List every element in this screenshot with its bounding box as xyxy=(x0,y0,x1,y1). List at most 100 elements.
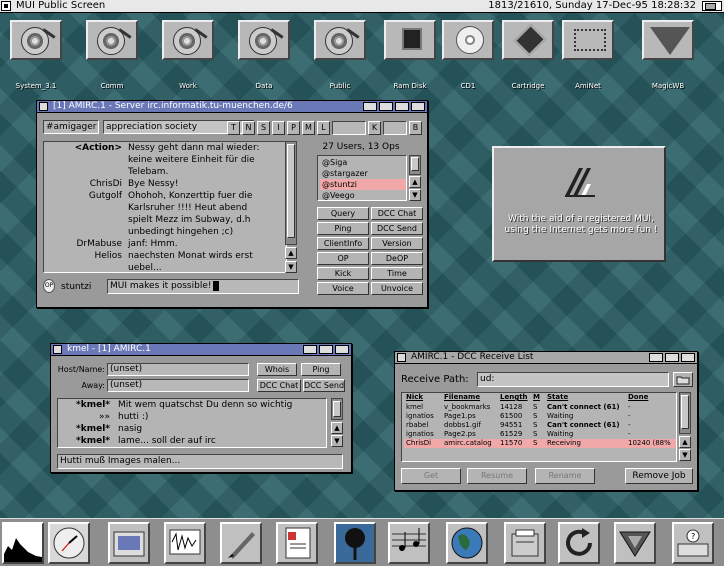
limit-field[interactable] xyxy=(332,121,366,135)
kick-button[interactable]: Kick xyxy=(317,267,369,280)
version-button[interactable]: Version xyxy=(371,237,423,250)
user-list-item[interactable]: @Siga xyxy=(320,157,406,168)
mode-button-p[interactable]: P xyxy=(287,121,300,135)
column-header-done[interactable]: Done xyxy=(628,393,648,402)
unvoice-button[interactable]: Unvoice xyxy=(371,282,423,295)
key-field[interactable] xyxy=(383,121,407,135)
close-icon[interactable] xyxy=(53,345,62,354)
dcc-window-titlebar[interactable]: AMIRC.1 - DCC Receive List xyxy=(395,352,697,364)
user-list-item-selected[interactable]: @stuntzi xyxy=(320,179,406,190)
message-input[interactable]: MUI makes it possible! xyxy=(107,279,299,294)
user-list-item[interactable]: @stargazer xyxy=(320,168,406,179)
mode-button-k[interactable]: K xyxy=(368,121,381,135)
scroll-knob[interactable] xyxy=(333,401,341,417)
column-header-filename[interactable]: Filename xyxy=(444,393,480,402)
table-row-selected[interactable]: ChrisDi amirc.catalog 11570 S Receiving … xyxy=(404,439,676,448)
paint-icon[interactable] xyxy=(220,522,262,564)
iconify-icon[interactable] xyxy=(363,102,377,111)
desktop-icon-data[interactable]: Data xyxy=(232,16,296,90)
ping-button[interactable]: Ping xyxy=(317,222,369,235)
globe-icon[interactable] xyxy=(446,522,488,564)
scroll-down-icon[interactable]: ▼ xyxy=(679,449,691,461)
desktop-icon-ramdisk[interactable]: Ram Disk xyxy=(378,16,442,90)
rename-button[interactable]: Rename xyxy=(535,468,595,484)
irc-window-titlebar[interactable]: [1] AMIRC.1 - Server irc.informatik.tu-m… xyxy=(37,101,427,113)
ping-button[interactable]: Ping xyxy=(301,363,341,376)
scroll-up-icon[interactable]: ▲ xyxy=(409,176,421,188)
whois-button[interactable]: Whois xyxy=(257,363,297,376)
mode-button-l[interactable]: L xyxy=(317,121,330,135)
dcc-chat-button[interactable]: DCC Chat xyxy=(371,207,423,220)
receive-path-input[interactable]: ud: xyxy=(477,372,669,387)
ibrowse-editor-icon[interactable] xyxy=(108,522,150,564)
reload-icon[interactable] xyxy=(558,522,600,564)
column-header-state[interactable]: State xyxy=(547,393,568,402)
dcc-chat-button[interactable]: DCC Chat xyxy=(257,379,301,392)
dcc-send-button[interactable]: DCC Send xyxy=(371,222,423,235)
query-window-titlebar[interactable]: kmel - [1] AMIRC.1 xyxy=(51,344,351,356)
query-input[interactable]: Hutti muß Images malen... xyxy=(57,454,343,469)
prefs-icon[interactable]: ? xyxy=(672,522,714,564)
desktop-icon-system[interactable]: System_3.1 xyxy=(4,16,68,90)
close-icon[interactable] xyxy=(397,353,406,362)
mode-button-n[interactable]: N xyxy=(242,121,255,135)
scroll-down-icon[interactable]: ▼ xyxy=(409,189,421,201)
zoom-icon[interactable] xyxy=(303,345,317,354)
channel-scrollbar[interactable] xyxy=(285,141,297,245)
mode-button-m[interactable]: M xyxy=(302,121,315,135)
dcc-send-button[interactable]: DCC Send xyxy=(303,379,345,392)
tree-image-icon[interactable] xyxy=(334,522,376,564)
resume-button[interactable]: Resume xyxy=(467,468,527,484)
mode-button-b[interactable]: B xyxy=(409,121,422,135)
scroll-knob[interactable] xyxy=(411,157,419,171)
user-list[interactable]: @Siga @stargazer @stuntzi @Veego xyxy=(317,155,407,201)
document-viewer-icon[interactable] xyxy=(276,522,318,564)
query-message-list[interactable]: *kmel* Mit wem quatschst Du denn so wicht… xyxy=(57,398,327,448)
op-button[interactable]: OP xyxy=(317,252,369,265)
mode-button-t[interactable]: T xyxy=(227,121,240,135)
column-header-nick[interactable]: Nick xyxy=(406,393,423,402)
clientinfo-button[interactable]: ClientInfo xyxy=(317,237,369,250)
depth-back-icon[interactable] xyxy=(681,353,695,362)
userlist-scrollbar[interactable] xyxy=(409,155,421,175)
music-player-icon[interactable] xyxy=(388,522,430,564)
desktop-icon-cartridge[interactable]: Cartridge xyxy=(496,16,560,90)
folder-icon[interactable] xyxy=(673,372,693,387)
scroll-knob[interactable] xyxy=(287,144,295,238)
zoom-icon[interactable] xyxy=(649,353,663,362)
remove-job-button[interactable]: Remove Job xyxy=(625,468,693,484)
column-header-mode[interactable]: M xyxy=(533,393,540,402)
mode-button-i[interactable]: I xyxy=(272,121,285,135)
magicwb-icon[interactable] xyxy=(614,522,656,564)
table-row[interactable]: kmel v_bookmarks 14128 S Can't connect (… xyxy=(404,403,676,412)
cpu-load-graph-icon[interactable] xyxy=(2,522,44,564)
deop-button[interactable]: DeOP xyxy=(371,252,423,265)
scroll-up-icon[interactable]: ▲ xyxy=(285,247,297,259)
desktop-icon-magicwb[interactable]: MagicWB xyxy=(636,16,700,90)
depth-icon[interactable] xyxy=(319,345,333,354)
query-button[interactable]: Query xyxy=(317,207,369,220)
screen-close-gadget[interactable] xyxy=(1,1,11,11)
scroll-up-icon[interactable]: ▲ xyxy=(331,422,343,434)
voice-button[interactable]: Voice xyxy=(317,282,369,295)
channel-message-list[interactable]: <Action> Nessy geht dann mal wieder: kein… xyxy=(43,141,287,273)
mode-button-s[interactable]: S xyxy=(257,121,270,135)
desktop-icon-comm[interactable]: Comm xyxy=(80,16,144,90)
depth-icon[interactable] xyxy=(665,353,679,362)
dcc-file-table[interactable]: Nick Filename Length M State Done kmel v… xyxy=(401,392,677,462)
clock-icon[interactable] xyxy=(48,522,90,564)
time-button[interactable]: Time xyxy=(371,267,423,280)
depth-icon[interactable] xyxy=(395,102,409,111)
depth-back-icon[interactable] xyxy=(411,102,425,111)
desktop-icon-work[interactable]: Work xyxy=(156,16,220,90)
query-scrollbar[interactable] xyxy=(331,398,343,420)
depth-back-icon[interactable] xyxy=(335,345,349,354)
zoom-icon[interactable] xyxy=(379,102,393,111)
table-row[interactable]: ignatios Page1.ps 61500 S Waiting - xyxy=(404,412,676,421)
column-header-length[interactable]: Length xyxy=(500,393,528,402)
user-list-item[interactable]: @Veego xyxy=(320,190,406,200)
file-manager-icon[interactable] xyxy=(504,522,546,564)
screen-depth-gadget[interactable] xyxy=(702,1,722,11)
desktop-icon-cd1[interactable]: CD1 xyxy=(436,16,500,90)
dcc-scrollbar[interactable] xyxy=(679,392,691,434)
